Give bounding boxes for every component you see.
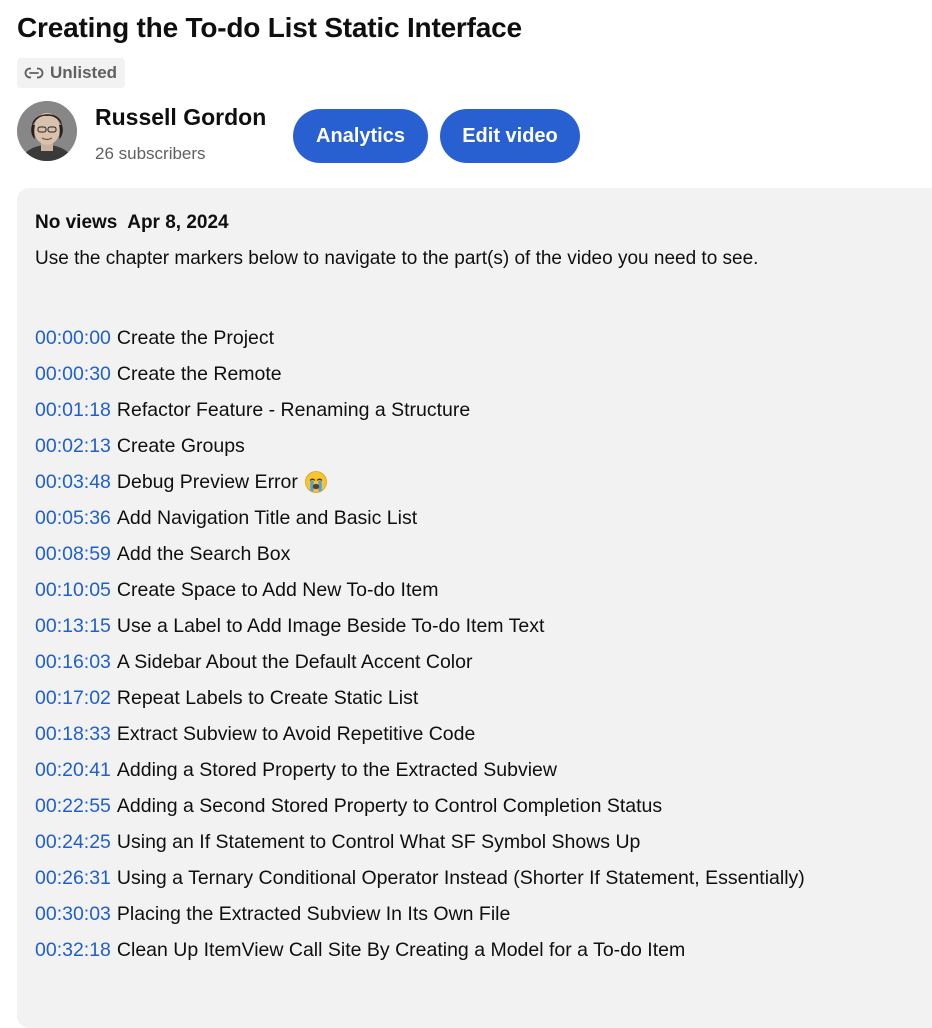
chapter-item: 00:03:48 Debug Preview Error: [35, 464, 805, 500]
view-count-and-date: No views Apr 8, 2024: [35, 212, 229, 233]
chapter-item: 00:16:03 A Sidebar About the Default Acce…: [35, 644, 805, 680]
chapter-title: Create the Project: [116, 326, 275, 349]
chapter-item: 00:17:02 Repeat Labels to Create Static L…: [35, 680, 805, 716]
chapter-title: Using a Ternary Conditional Operator Ins…: [116, 866, 805, 889]
crying-face-emoji-icon: [304, 470, 328, 494]
analytics-button[interactable]: Analytics: [293, 109, 428, 163]
chapter-timestamp-link[interactable]: 00:17:02: [35, 687, 111, 710]
chapter-timestamp-link[interactable]: 00:08:59: [35, 543, 111, 566]
chapter-timestamp-link[interactable]: 00:00:00: [35, 327, 111, 350]
chapter-title: Using an If Statement to Control What SF…: [116, 830, 641, 853]
chapter-title: Adding a Stored Property to the Extracte…: [116, 758, 557, 781]
chapter-timestamp-link[interactable]: 00:20:41: [35, 759, 111, 782]
chapter-title: Adding a Second Stored Property to Contr…: [116, 794, 663, 817]
chapter-title: Create Space to Add New To-do Item: [116, 578, 439, 601]
chapter-timestamp-link[interactable]: 00:00:30: [35, 363, 111, 386]
description-box[interactable]: No views Apr 8, 2024 Use the chapter mar…: [17, 188, 932, 1028]
channel-name[interactable]: Russell Gordon: [95, 104, 266, 131]
channel-avatar[interactable]: [17, 101, 77, 161]
visibility-label: Unlisted: [50, 63, 118, 82]
chapter-title: Placing the Extracted Subview In Its Own…: [116, 902, 511, 925]
chapter-item: 00:22:55 Adding a Second Stored Property …: [35, 788, 805, 824]
chapter-timestamp-link[interactable]: 00:18:33: [35, 723, 111, 746]
chapter-item: 00:13:15 Use a Label to Add Image Beside …: [35, 608, 805, 644]
chapter-item: 00:01:18 Refactor Feature - Renaming a St…: [35, 392, 805, 428]
chapter-item: 00:32:18 Clean Up ItemView Call Site By C…: [35, 932, 805, 968]
subscriber-count: 26 subscribers: [95, 144, 206, 163]
chapter-item: 00:00:30 Create the Remote: [35, 356, 805, 392]
chapter-timestamp-link[interactable]: 00:26:31: [35, 867, 111, 890]
chapter-timestamp-link[interactable]: 00:03:48: [35, 471, 111, 494]
chapter-title: Add Navigation Title and Basic List: [116, 506, 418, 529]
chapter-title: Debug Preview Error: [116, 470, 298, 493]
description-intro: Use the chapter markers below to navigat…: [35, 248, 759, 269]
chapter-item: 00:20:41 Adding a Stored Property to the …: [35, 752, 805, 788]
chapter-timestamp-link[interactable]: 00:13:15: [35, 615, 111, 638]
chapter-title: Use a Label to Add Image Beside To-do It…: [116, 614, 545, 637]
chapter-item: 00:10:05 Create Space to Add New To-do It…: [35, 572, 805, 608]
chapter-title: Create the Remote: [116, 362, 282, 385]
chapter-timestamp-link[interactable]: 00:10:05: [35, 579, 111, 602]
chapter-item: 00:26:31 Using a Ternary Conditional Oper…: [35, 860, 805, 896]
chapter-title: Clean Up ItemView Call Site By Creating …: [116, 938, 686, 961]
edit-video-button[interactable]: Edit video: [440, 109, 580, 163]
chapter-item: 00:02:13 Create Groups: [35, 428, 805, 464]
chapter-title: Refactor Feature - Renaming a Structure: [116, 398, 471, 421]
chapter-timestamp-link[interactable]: 00:22:55: [35, 795, 111, 818]
chapter-item: 00:18:33 Extract Subview to Avoid Repetit…: [35, 716, 805, 752]
chapter-title: Create Groups: [116, 434, 245, 457]
chapter-timestamp-link[interactable]: 00:01:18: [35, 399, 111, 422]
chapter-timestamp-link[interactable]: 00:32:18: [35, 939, 111, 962]
video-title: Creating the To-do List Static Interface: [17, 12, 522, 43]
chapter-item: 00:30:03 Placing the Extracted Subview In…: [35, 896, 805, 932]
chapter-timestamp-link[interactable]: 00:16:03: [35, 651, 111, 674]
chapter-item: 00:24:25 Using an If Statement to Control…: [35, 824, 805, 860]
chapter-item: 00:08:59 Add the Search Box: [35, 536, 805, 572]
chapter-item: 00:00:00 Create the Project: [35, 320, 805, 356]
chapter-title: Add the Search Box: [116, 542, 291, 565]
chapter-item: 00:05:36 Add Navigation Title and Basic L…: [35, 500, 805, 536]
chapter-title: Extract Subview to Avoid Repetitive Code: [116, 722, 476, 745]
visibility-badge: Unlisted: [17, 58, 126, 88]
chapter-title: Repeat Labels to Create Static List: [116, 686, 419, 709]
chapter-timestamp-link[interactable]: 00:05:36: [35, 507, 111, 530]
chapter-title: A Sidebar About the Default Accent Color: [116, 650, 473, 673]
link-icon: [24, 66, 44, 80]
chapter-timestamp-link[interactable]: 00:24:25: [35, 831, 111, 854]
chapter-timestamp-link[interactable]: 00:30:03: [35, 903, 111, 926]
chapter-list: 00:00:00 Create the Project 00:00:30 Create…: [35, 320, 805, 968]
chapter-timestamp-link[interactable]: 00:02:13: [35, 435, 111, 458]
